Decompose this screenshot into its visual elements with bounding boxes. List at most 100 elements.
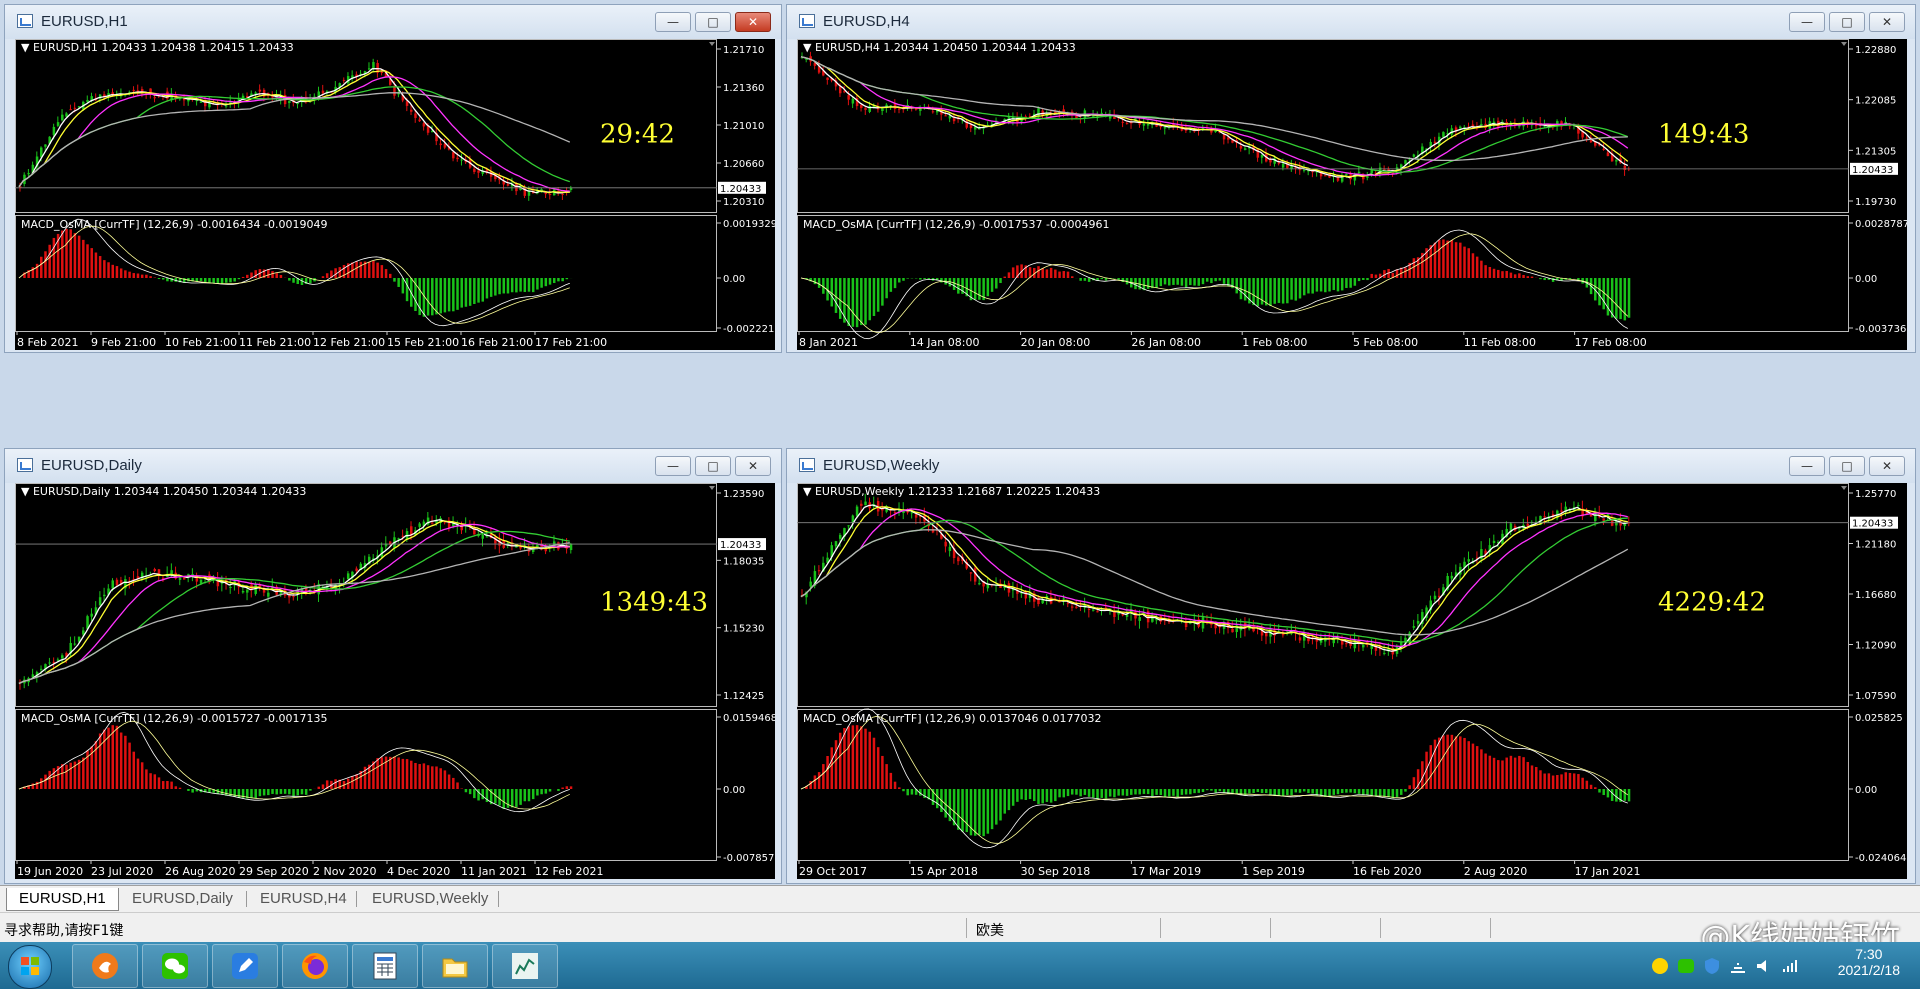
network-icon[interactable]	[1728, 956, 1748, 976]
tray-app-icon[interactable]	[1650, 956, 1670, 976]
minimize-button[interactable]: —	[655, 456, 691, 476]
minimize-button[interactable]: —	[1789, 12, 1825, 32]
osma-bar	[384, 269, 388, 278]
tray-wechat-icon[interactable]	[1676, 956, 1696, 976]
osma-bar	[1016, 789, 1019, 802]
chart-canvas[interactable]: 1.20433 ▼ EURUSD,Daily 1.20344 1.20450 1.…	[15, 483, 775, 879]
candle-body	[393, 86, 396, 96]
maximize-button[interactable]: □	[1829, 456, 1865, 476]
osma-bar	[1467, 248, 1470, 278]
chart-svg[interactable]: 1.20433 ▼ EURUSD,H1 1.20433 1.20438 1.204…	[15, 39, 775, 350]
osma-bar	[254, 789, 257, 799]
osma-bar	[1210, 789, 1213, 791]
chart-window-daily[interactable]: EURUSD,Daily — □ ✕ 1.20433 ▼ EURUSD,Daily…	[4, 448, 782, 884]
osma-bar	[119, 268, 123, 278]
tab-eurusd-weekly[interactable]: EURUSD,Weekly	[360, 888, 500, 910]
tab-eurusd-h1[interactable]: EURUSD,H1	[6, 888, 119, 911]
osma-bar	[1243, 278, 1247, 301]
osma-bar	[1011, 789, 1015, 806]
window-titlebar[interactable]: EURUSD,Weekly — □ ✕	[787, 449, 1915, 483]
osma-bar	[1049, 267, 1053, 278]
close-button[interactable]: ✕	[735, 12, 771, 32]
minimize-button[interactable]: —	[1789, 456, 1825, 476]
chart-canvas[interactable]: 1.20433 ▼ EURUSD,H4 1.20344 1.20450 1.203…	[797, 39, 1907, 350]
osma-bar	[1269, 278, 1272, 307]
candle-body	[1302, 169, 1306, 171]
close-button[interactable]: ✕	[1869, 12, 1905, 32]
osma-bar	[519, 789, 522, 805]
tab-eurusd-daily[interactable]: EURUSD,Daily	[120, 888, 245, 910]
taskbar-app-firefox[interactable]	[282, 944, 348, 988]
close-button[interactable]: ✕	[1869, 456, 1905, 476]
time-tick-label: 26 Aug 2020	[165, 865, 235, 878]
osma-bar	[1302, 789, 1306, 792]
candle-body	[1362, 644, 1365, 648]
taskbar-app-explorer[interactable]	[422, 944, 488, 988]
macd-header: MACD_OsMA [CurrTF] (12,26,9) -0.0017537 …	[803, 218, 1109, 231]
maximize-button[interactable]: □	[695, 456, 731, 476]
shield-icon[interactable]	[1702, 956, 1722, 976]
chart-svg[interactable]: 1.20433 ▼ EURUSD,H4 1.20344 1.20450 1.203…	[797, 39, 1907, 350]
trading-terminal-icon	[512, 953, 538, 979]
osma-bar	[919, 278, 922, 280]
tab-separator	[246, 891, 247, 907]
chart-svg[interactable]: 1.20433 ▼ EURUSD,Daily 1.20344 1.20450 1.…	[15, 483, 775, 879]
candle-body	[969, 124, 973, 129]
taskbar-app-wechat[interactable]	[142, 944, 208, 988]
speaker-icon[interactable]	[1754, 956, 1774, 976]
pen-note-icon	[232, 953, 258, 979]
window-titlebar[interactable]: EURUSD,H4 — □ ✕	[787, 5, 1915, 39]
osma-bar	[864, 278, 867, 325]
time-tick-label: 8 Jan 2021	[799, 336, 858, 349]
osma-bar	[847, 278, 850, 327]
close-icon: ✕	[1881, 459, 1893, 473]
maximize-button[interactable]: □	[1829, 12, 1865, 32]
chart-window-h1[interactable]: EURUSD,H1 — □ ✕ 1.20433 ▼ EURUSD,H1 1.204…	[4, 4, 782, 353]
osma-bar	[174, 786, 178, 789]
taskbar-app-fox[interactable]	[72, 944, 138, 988]
chart-window-h4[interactable]: EURUSD,H4 — □ ✕ 1.20433 ▼ EURUSD,H4 1.203…	[786, 4, 1916, 353]
candle-body	[515, 183, 518, 192]
chart-window-icon	[799, 14, 815, 28]
candle-body	[367, 68, 371, 70]
maximize-button[interactable]: □	[695, 12, 731, 32]
osma-bar	[519, 278, 522, 292]
osma-bar	[830, 747, 834, 789]
osma-bar	[1610, 789, 1614, 801]
window-titlebar[interactable]: EURUSD,Daily — □ ✕	[5, 449, 781, 483]
osma-bar	[1450, 240, 1454, 278]
candle-body	[372, 62, 375, 69]
osma-bar	[208, 278, 211, 283]
osma-bar	[389, 273, 392, 278]
chart-svg[interactable]: 1.20433 ▼ EURUSD,Weekly 1.21233 1.21687 1…	[797, 483, 1907, 879]
tab-eurusd-h4[interactable]: EURUSD,H4	[248, 888, 359, 910]
osma-bar	[978, 789, 981, 835]
signal-icon[interactable]	[1780, 956, 1800, 976]
taskbar-app-mt4[interactable]	[492, 944, 558, 988]
osma-bar	[494, 278, 497, 296]
start-button[interactable]	[8, 945, 52, 989]
osma-bar	[166, 781, 169, 789]
minimize-button[interactable]: —	[655, 12, 691, 32]
close-button[interactable]: ✕	[735, 456, 771, 476]
candle-body	[82, 630, 85, 635]
osma-bar	[1113, 789, 1116, 798]
taskbar-app-calc[interactable]	[352, 944, 418, 988]
chart-canvas[interactable]: 1.20433 ▼ EURUSD,Weekly 1.21233 1.21687 1…	[797, 483, 1907, 879]
osma-bar	[1446, 240, 1449, 278]
candle-body	[153, 568, 157, 572]
osma-bar	[73, 233, 77, 278]
chart-canvas[interactable]: 1.20433 ▼ EURUSD,H1 1.20433 1.20438 1.204…	[15, 39, 775, 350]
osma-bar	[35, 263, 39, 278]
candle-body	[944, 541, 947, 547]
osma-bar	[1336, 278, 1340, 292]
window-titlebar[interactable]: EURUSD,H1 — □ ✕	[5, 5, 781, 39]
osma-bar	[1497, 760, 1500, 789]
taskbar-app-notes[interactable]	[212, 944, 278, 988]
system-clock[interactable]: 7:30 2021/2/18	[1838, 946, 1900, 978]
osma-bar	[48, 244, 51, 278]
osma-bar	[393, 278, 396, 282]
chart-window-weekly[interactable]: EURUSD,Weekly — □ ✕ 1.20433 ▼ EURUSD,Week…	[786, 448, 1916, 884]
osma-bar	[300, 789, 304, 795]
system-tray: 7:30 2021/2/18	[1500, 942, 1920, 989]
